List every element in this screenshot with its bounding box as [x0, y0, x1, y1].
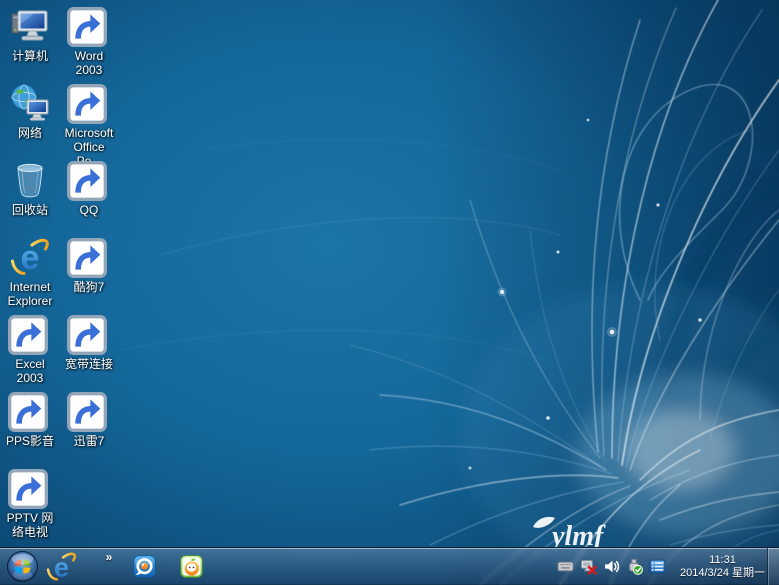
desktop-icon-internet-explorer[interactable]: e Internet Explorer — [1, 237, 59, 308]
system-tray: 11:31 2014/3/24 星期一 — [557, 548, 765, 585]
desktop-icon-label: 酷狗7 — [74, 280, 105, 294]
pptv-icon — [10, 468, 50, 508]
recycle-bin-icon — [10, 160, 50, 200]
ylmf-watermark: ylmf — [528, 514, 652, 548]
desktop-icon-kugou7[interactable]: K 酷狗7 — [60, 237, 118, 294]
desktop-icon-label: Excel 2003 — [1, 357, 59, 385]
desktop-icon-network[interactable]: 网络 — [1, 83, 59, 140]
taskbar-clock[interactable]: 11:31 2014/3/24 星期一 — [680, 554, 765, 580]
network-icon — [10, 83, 50, 123]
desktop-icon-computer[interactable]: 计算机 — [1, 6, 59, 63]
desktop-icon-label: 计算机 — [12, 49, 48, 63]
desktop-icon-label: Word 2003 — [60, 49, 118, 77]
desktop-icon-powerpoint[interactable]: Microsoft Office Po... — [60, 83, 118, 168]
desktop-icon-word-2003[interactable]: W Word 2003 — [60, 6, 118, 77]
desktop-icon-label: 宽带连接 — [65, 357, 113, 371]
volume-tray-icon[interactable] — [603, 558, 620, 575]
svg-text:e: e — [54, 552, 69, 582]
desktop-icon-label: PPTV 网络电视 — [1, 511, 59, 539]
taskbar-item-pptv[interactable] — [131, 553, 158, 580]
desktop-icon-recycle-bin[interactable]: 回收站 — [1, 160, 59, 217]
network-disconnected-tray-icon[interactable] — [580, 558, 597, 575]
shortcut-arrow-icon — [67, 84, 107, 124]
desktop-icon-label: QQ — [80, 203, 99, 217]
safely-remove-hardware-tray-icon[interactable] — [626, 558, 643, 575]
svg-text:e: e — [21, 239, 40, 277]
start-button[interactable] — [6, 550, 39, 583]
desktop-icon-label: 迅雷7 — [74, 434, 105, 448]
powerpoint-icon — [69, 83, 109, 123]
media-manager-tray-icon[interactable] — [649, 558, 666, 575]
shortcut-arrow-icon — [67, 161, 107, 201]
pps-icon: PPS — [10, 391, 50, 431]
broadband-connection-icon — [69, 314, 109, 354]
desktop-icon-label: Internet Explorer — [1, 280, 59, 308]
internet-explorer-icon: e — [46, 551, 77, 582]
desktop-icon-qq[interactable]: QQ — [60, 160, 118, 217]
shortcut-arrow-icon — [67, 392, 107, 432]
internet-explorer-icon: e — [10, 237, 50, 277]
shortcut-arrow-icon — [8, 315, 48, 355]
desktop-icon-pps[interactable]: PPS PPS影音 — [1, 391, 59, 448]
taskbar-item-internet-explorer[interactable]: e — [46, 551, 77, 582]
taskbar: e » — [0, 547, 779, 585]
desktop-icon-excel-2003[interactable]: X Excel 2003 — [1, 314, 59, 385]
shortcut-arrow-icon — [67, 315, 107, 355]
taskbar-item-pps[interactable] — [178, 553, 205, 580]
desktop-icon-broadband[interactable]: 宽带连接 — [60, 314, 118, 371]
desktop-icon-label: 回收站 — [12, 203, 48, 217]
desktop-icon-xunlei7[interactable]: 迅雷7 — [60, 391, 118, 448]
pps-icon — [178, 553, 205, 580]
svg-text:ylmf: ylmf — [549, 521, 606, 548]
desktop-icon-label: 网络 — [18, 126, 42, 140]
clock-time: 11:31 — [680, 554, 765, 567]
pptv-icon — [131, 553, 158, 580]
word-icon: W — [69, 6, 109, 46]
input-keyboard-tray-icon[interactable] — [557, 558, 574, 575]
windows-logo-icon — [6, 550, 39, 583]
shortcut-arrow-icon — [67, 7, 107, 47]
desktop-icon-pptv[interactable]: PPTV 网络电视 — [1, 468, 59, 539]
clock-date: 2014/3/24 星期一 — [680, 567, 765, 580]
taskbar-overflow-chevron[interactable]: » — [102, 550, 116, 564]
computer-icon — [10, 6, 50, 46]
shortcut-arrow-icon — [8, 392, 48, 432]
xunlei-bird-icon — [69, 391, 109, 431]
shortcut-arrow-icon — [8, 469, 48, 509]
excel-icon: X — [10, 314, 50, 354]
show-desktop-button[interactable] — [767, 548, 779, 585]
kugou-icon: K — [69, 237, 109, 277]
shortcut-arrow-icon — [67, 238, 107, 278]
desktop-screen: ylmf 计算机 W Word 2003 — [0, 0, 779, 585]
qq-penguin-icon — [69, 160, 109, 200]
desktop-icon-label: PPS影音 — [6, 434, 54, 448]
